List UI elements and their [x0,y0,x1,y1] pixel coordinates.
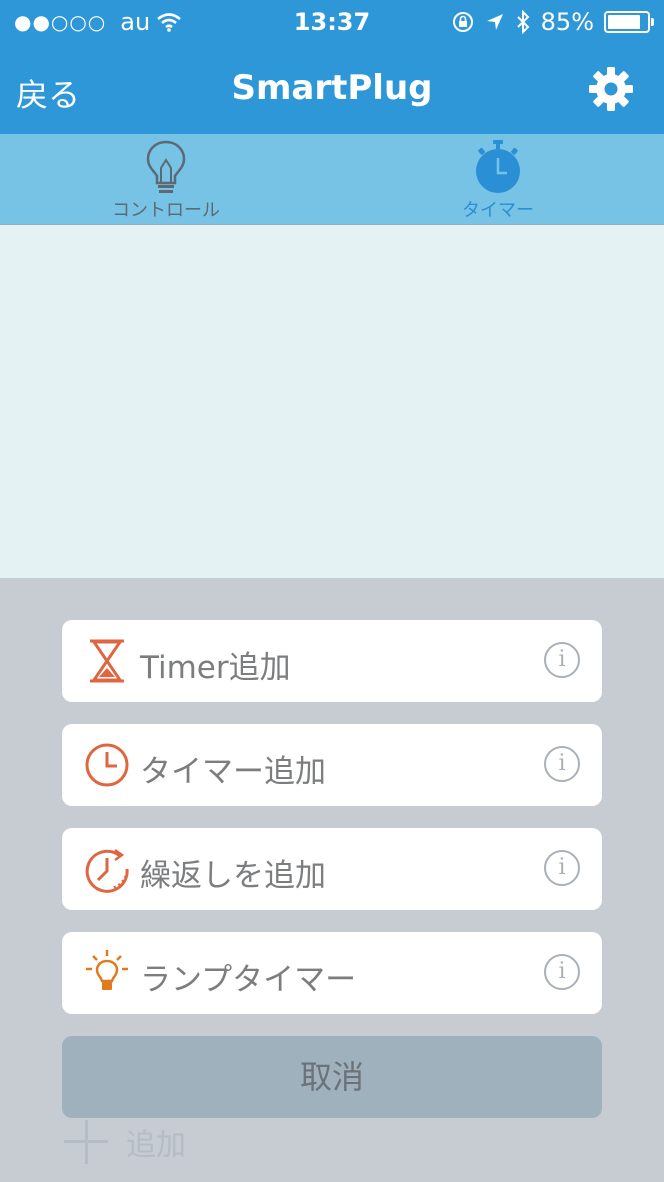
hourglass-icon [90,639,124,683]
tab-timer[interactable]: タイマー [398,134,598,224]
add-timer-row[interactable]: 追加 [64,1112,186,1172]
option-label: ランプタイマー [140,962,357,998]
repeat-clock-icon [85,848,129,893]
battery-icon [604,11,654,33]
lamp-icon [86,950,128,990]
stopwatch-icon [476,140,520,193]
option-countdown-add[interactable]: タイマー追加 i [62,724,602,806]
status-right: 85% [451,8,654,36]
option-lamp-timer[interactable]: ランプタイマー i [62,932,602,1014]
option-repeat-add[interactable]: 繰返しを追加 i [62,828,602,910]
tab-control[interactable]: コントロール [66,134,266,224]
bluetooth-icon [516,10,530,34]
navigation-bar: 戻る SmartPlug [0,46,664,134]
clock-icon [85,743,129,787]
option-label: タイマー追加 [140,754,326,790]
action-sheet: 追加 Timer追加 i タイマー追加 i 繰返しを追加 i ランプタイマー i… [0,578,664,1182]
option-timer-add[interactable]: Timer追加 i [62,620,602,702]
location-arrow-icon [486,14,503,30]
status-bar: ●●○○○ au 13:37 85% [0,0,664,46]
page-title: SmartPlug [231,68,433,108]
option-label: 繰返しを追加 [140,858,326,894]
info-icon[interactable]: i [544,850,580,886]
tab-label: コントロール [112,200,220,221]
orientation-lock-icon [452,12,473,32]
option-label: Timer追加 [140,650,291,686]
plus-icon [64,1120,108,1164]
tab-label: タイマー [462,200,534,221]
gear-icon[interactable] [588,66,634,112]
tab-bar: コントロール タイマー [0,134,664,225]
lightbulb-icon [146,140,186,193]
cancel-button[interactable]: 取消 [62,1036,602,1118]
battery-level [608,15,641,29]
battery-percent: 85% [540,8,594,36]
info-icon[interactable]: i [544,954,580,990]
info-icon[interactable]: i [544,746,580,782]
timer-list-area [0,225,664,580]
info-icon[interactable]: i [544,642,580,678]
add-label: 追加 [126,1128,186,1163]
